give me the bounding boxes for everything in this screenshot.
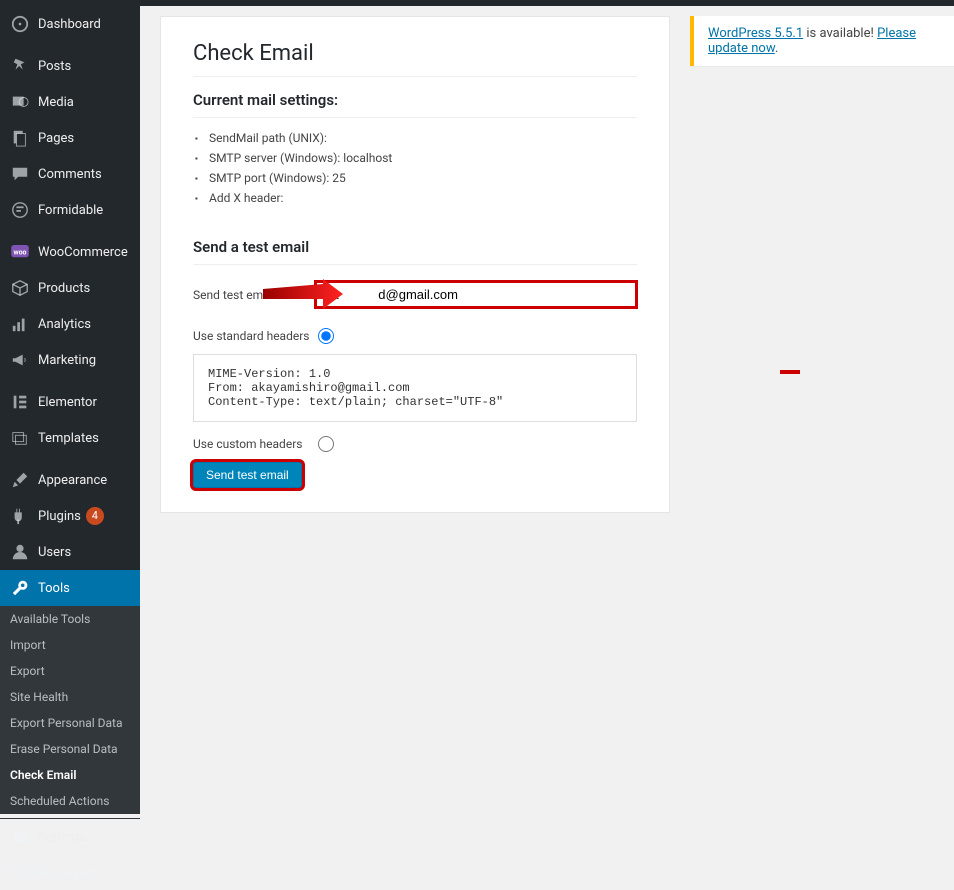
annotation-arrow: [253, 279, 343, 309]
submenu-import[interactable]: Import: [0, 632, 140, 658]
sidebar-label: WooCommerce: [38, 245, 128, 260]
sidebar-label: Appearance: [38, 473, 107, 488]
smtp-port-row: SMTP port (Windows): 25: [209, 168, 637, 188]
sidebar-item-plugins[interactable]: Plugins 4: [0, 498, 140, 534]
media-icon: [10, 92, 30, 112]
users-icon: [10, 542, 30, 562]
sidebar-item-media[interactable]: Media: [0, 84, 140, 120]
submenu-site-health[interactable]: Site Health: [0, 684, 140, 710]
standard-headers-radio[interactable]: [318, 328, 334, 344]
brush-icon: [10, 470, 30, 490]
settings-list: SendMail path (UNIX): SMTP server (Windo…: [193, 128, 637, 208]
sidebar-label: Comments: [38, 167, 102, 182]
collapse-label: Collapse menu: [26, 866, 105, 880]
sidebar-item-formidable[interactable]: Formidable: [0, 192, 140, 228]
wrench-icon: [10, 578, 30, 598]
settings-icon: [10, 827, 30, 847]
pages-icon: [10, 128, 30, 148]
products-icon: [10, 278, 30, 298]
sidebar-item-dashboard[interactable]: Dashboard: [0, 6, 140, 42]
custom-headers-radio[interactable]: [318, 436, 334, 452]
submenu-available-tools[interactable]: Available Tools: [0, 606, 140, 632]
plugin-icon: [10, 506, 30, 526]
headers-preview: MIME-Version: 1.0 From: akayamishiro@gma…: [193, 354, 637, 422]
sidebar-label: Marketing: [38, 353, 96, 368]
standard-headers-label: Use standard headers: [193, 329, 318, 343]
submenu-check-email[interactable]: Check Email: [0, 762, 140, 788]
sidebar-item-woocommerce[interactable]: woo WooCommerce: [0, 234, 140, 270]
svg-text:woo: woo: [13, 249, 26, 257]
sidebar-item-appearance[interactable]: Appearance: [0, 462, 140, 498]
collapse-menu[interactable]: Collapse menu: [0, 855, 140, 890]
sidebar-item-pages[interactable]: Pages: [0, 120, 140, 156]
sidebar-item-marketing[interactable]: Marketing: [0, 342, 140, 378]
submenu-export[interactable]: Export: [0, 658, 140, 684]
sidebar-item-comments[interactable]: Comments: [0, 156, 140, 192]
sidebar-item-settings[interactable]: Settings: [0, 819, 140, 855]
annotation-mark: [780, 370, 800, 374]
comments-icon: [10, 164, 30, 184]
dashboard-icon: [10, 14, 30, 34]
sidebar-item-tools[interactable]: Tools: [0, 570, 140, 606]
sidebar-label: Users: [38, 545, 71, 560]
sidebar-label: Dashboard: [38, 17, 101, 32]
sidebar-label: Templates: [38, 431, 99, 446]
megaphone-icon: [10, 350, 30, 370]
sidebar-label: Media: [38, 95, 74, 110]
pin-icon: [10, 56, 30, 76]
custom-headers-label: Use custom headers: [193, 437, 318, 451]
sidebar-label: Posts: [38, 59, 71, 74]
sidebar-label: Settings: [38, 830, 85, 845]
wordpress-version-link[interactable]: WordPress 5.5.1: [708, 26, 803, 41]
tools-submenu: Available Tools Import Export Site Healt…: [0, 606, 140, 814]
submenu-export-personal-data[interactable]: Export Personal Data: [0, 710, 140, 736]
collapse-icon: [10, 863, 26, 882]
sidebar-item-elementor[interactable]: Elementor: [0, 384, 140, 420]
formidable-icon: [10, 200, 30, 220]
woocommerce-icon: woo: [10, 242, 30, 262]
smtp-server-row: SMTP server (Windows): localhost: [209, 148, 637, 168]
sidebar-label: Elementor: [38, 395, 97, 410]
settings-heading: Current mail settings:: [193, 91, 637, 118]
sidebar-item-templates[interactable]: Templates: [0, 420, 140, 456]
send-test-heading: Send a test email: [193, 238, 637, 265]
sidebar-item-posts[interactable]: Posts: [0, 48, 140, 84]
sidebar-label: Pages: [38, 131, 74, 146]
send-test-email-button[interactable]: Send test email: [193, 462, 302, 488]
elementor-icon: [10, 392, 30, 412]
sidebar-item-users[interactable]: Users: [0, 534, 140, 570]
sidebar-label: Analytics: [38, 317, 91, 332]
sidebar-label: Formidable: [38, 203, 103, 218]
page-title: Check Email: [193, 41, 637, 77]
sidebar-label: Plugins: [38, 509, 81, 524]
submenu-erase-personal-data[interactable]: Erase Personal Data: [0, 736, 140, 762]
xheader-row: Add X header:: [209, 188, 637, 208]
sidebar-item-products[interactable]: Products: [0, 270, 140, 306]
check-email-panel: Check Email Current mail settings: SendM…: [160, 16, 670, 513]
analytics-icon: [10, 314, 30, 334]
templates-icon: [10, 428, 30, 448]
test-email-input[interactable]: [315, 281, 637, 308]
admin-sidebar: Dashboard Posts Media Pages Comments For…: [0, 6, 140, 735]
update-notice: WordPress 5.5.1 is available! Please upd…: [690, 16, 954, 66]
sidebar-label: Products: [38, 281, 90, 296]
plugins-update-badge: 4: [86, 507, 104, 525]
sidebar-label: Tools: [38, 581, 70, 596]
sendmail-path-row: SendMail path (UNIX):: [209, 128, 637, 148]
sidebar-item-analytics[interactable]: Analytics: [0, 306, 140, 342]
submenu-scheduled-actions[interactable]: Scheduled Actions: [0, 788, 140, 814]
